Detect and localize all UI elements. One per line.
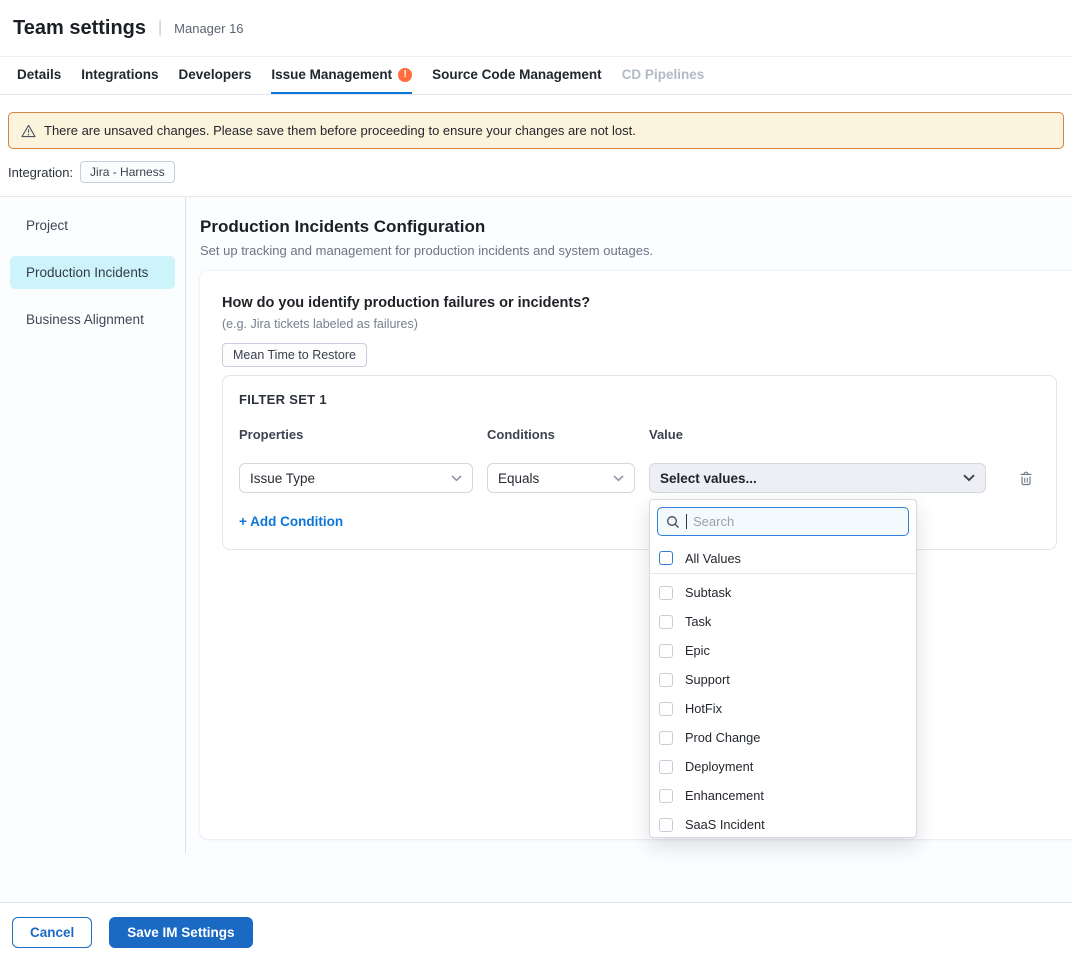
filter-set-1: FILTER SET 1 Properties Conditions Value… xyxy=(222,375,1057,550)
option-prod-change[interactable]: Prod Change xyxy=(650,723,916,752)
action-footer: Cancel Save IM Settings xyxy=(0,902,1072,956)
value-select-placeholder: Select values... xyxy=(660,471,757,486)
checkbox[interactable] xyxy=(659,731,673,745)
filter-column-labels: Properties Conditions Value xyxy=(239,427,1040,442)
value-multiselect[interactable]: Select values... xyxy=(649,463,986,493)
sidebar-item-project[interactable]: Project xyxy=(10,209,175,242)
section-title: Production Incidents Configuration xyxy=(200,217,1072,237)
unsaved-warning-badge-icon: ! xyxy=(398,68,412,82)
chevron-down-icon xyxy=(613,475,624,482)
metric-chip-mean-time-to-restore[interactable]: Mean Time to Restore xyxy=(222,343,367,367)
condition-select[interactable]: Equals xyxy=(487,463,635,493)
integration-chip[interactable]: Jira - Harness xyxy=(80,161,175,183)
checkbox-all-values[interactable] xyxy=(659,551,673,565)
search-placeholder: Search xyxy=(693,514,734,529)
tab-bar: Details Integrations Developers Issue Ma… xyxy=(0,57,1072,95)
unsaved-changes-banner: There are unsaved changes. Please save t… xyxy=(8,112,1064,149)
properties-column-label: Properties xyxy=(239,427,473,442)
add-condition-button[interactable]: + Add Condition xyxy=(239,514,343,529)
value-dropdown-panel: Search All Values Subtask xyxy=(649,499,917,838)
incidents-config-card: How do you identify production failures … xyxy=(200,271,1072,839)
tab-issue-management[interactable]: Issue Management ! xyxy=(271,57,412,94)
dropdown-search-input[interactable]: Search xyxy=(657,507,909,536)
save-im-settings-button[interactable]: Save IM Settings xyxy=(109,917,252,948)
option-label: Epic xyxy=(685,643,710,658)
team-name: Manager 16 xyxy=(174,21,243,36)
option-label: All Values xyxy=(685,551,741,566)
sidebar-item-business-alignment[interactable]: Business Alignment xyxy=(10,303,175,336)
tab-label: Issue Management xyxy=(271,67,392,82)
option-label: Deployment xyxy=(685,759,753,774)
tab-developers[interactable]: Developers xyxy=(179,57,252,94)
option-label: Enhancement xyxy=(685,788,764,803)
filter-set-title: FILTER SET 1 xyxy=(239,392,1040,407)
property-select-value: Issue Type xyxy=(250,471,315,486)
section-subtitle: Set up tracking and management for produ… xyxy=(200,243,1072,258)
option-deployment[interactable]: Deployment xyxy=(650,752,916,781)
tab-label: Developers xyxy=(179,67,252,82)
value-column-label: Value xyxy=(649,427,986,442)
checkbox[interactable] xyxy=(659,644,673,658)
integration-row: Integration: Jira - Harness xyxy=(0,149,1072,197)
option-label: SaaS Incident xyxy=(685,817,765,832)
text-cursor xyxy=(686,514,687,529)
sidebar-item-label: Project xyxy=(26,218,68,233)
cancel-button[interactable]: Cancel xyxy=(12,917,92,948)
sidebar-item-production-incidents[interactable]: Production Incidents xyxy=(10,256,175,289)
integration-label: Integration: xyxy=(8,165,73,180)
tab-label: CD Pipelines xyxy=(622,67,705,82)
tab-cd-pipelines: CD Pipelines xyxy=(622,57,705,94)
content-area: Production Incidents Configuration Set u… xyxy=(186,197,1072,902)
option-label: Prod Change xyxy=(685,730,760,745)
condition-select-value: Equals xyxy=(498,471,539,486)
sidebar-item-label: Production Incidents xyxy=(26,265,148,280)
checkbox[interactable] xyxy=(659,673,673,687)
filter-condition-row: Issue Type Equals Select values... xyxy=(239,463,1040,493)
option-enhancement[interactable]: Enhancement xyxy=(650,781,916,810)
option-saas-incident[interactable]: SaaS Incident xyxy=(650,810,916,838)
option-all-values[interactable]: All Values xyxy=(650,543,916,574)
option-support[interactable]: Support xyxy=(650,665,916,694)
chevron-down-icon xyxy=(963,474,975,482)
config-question: How do you identify production failures … xyxy=(222,295,1057,311)
checkbox[interactable] xyxy=(659,760,673,774)
option-epic[interactable]: Epic xyxy=(650,636,916,665)
checkbox[interactable] xyxy=(659,818,673,832)
delete-condition-button[interactable] xyxy=(1012,464,1040,492)
tab-label: Details xyxy=(17,67,61,82)
checkbox[interactable] xyxy=(659,789,673,803)
title-divider: | xyxy=(158,19,162,37)
property-select[interactable]: Issue Type xyxy=(239,463,473,493)
warning-triangle-icon xyxy=(21,124,36,138)
main-region: Project Production Incidents Business Al… xyxy=(0,197,1072,902)
page-title: Team settings xyxy=(13,17,146,40)
chevron-down-icon xyxy=(451,475,462,482)
option-task[interactable]: Task xyxy=(650,607,916,636)
config-hint: (e.g. Jira tickets labeled as failures) xyxy=(222,317,1057,331)
checkbox[interactable] xyxy=(659,615,673,629)
option-label: Task xyxy=(685,614,711,629)
option-label: Support xyxy=(685,672,730,687)
checkbox[interactable] xyxy=(659,702,673,716)
settings-sidebar: Project Production Incidents Business Al… xyxy=(0,197,186,853)
banner-text: There are unsaved changes. Please save t… xyxy=(44,123,636,138)
option-hotfix[interactable]: HotFix xyxy=(650,694,916,723)
tab-details[interactable]: Details xyxy=(17,57,61,94)
tab-source-code-management[interactable]: Source Code Management xyxy=(432,57,602,94)
option-label: Subtask xyxy=(685,585,731,600)
option-subtask[interactable]: Subtask xyxy=(650,578,916,607)
checkbox[interactable] xyxy=(659,586,673,600)
sidebar-item-label: Business Alignment xyxy=(26,312,144,327)
page-header: Team settings | Manager 16 xyxy=(0,0,1072,57)
tab-integrations[interactable]: Integrations xyxy=(81,57,158,94)
value-select-cell: Select values... xyxy=(649,463,986,493)
option-label: HotFix xyxy=(685,701,722,716)
tab-label: Integrations xyxy=(81,67,158,82)
conditions-column-label: Conditions xyxy=(487,427,635,442)
trash-icon xyxy=(1019,471,1033,486)
tab-label: Source Code Management xyxy=(432,67,602,82)
search-icon xyxy=(666,515,680,529)
